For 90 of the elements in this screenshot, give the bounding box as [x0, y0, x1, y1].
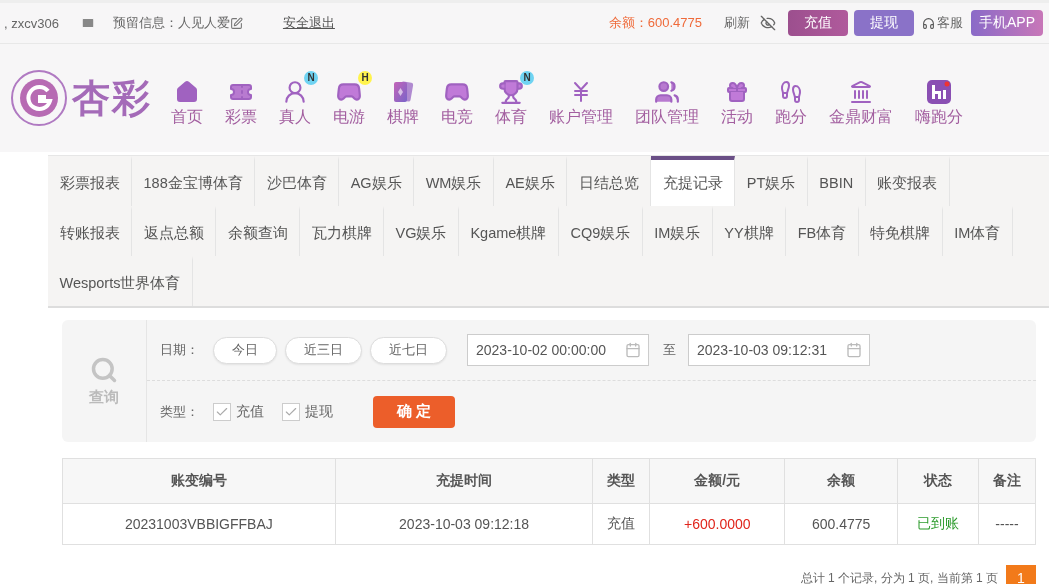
deposit-button[interactable]: 充值	[788, 10, 848, 36]
logout-link[interactable]: 安全退出	[282, 14, 335, 32]
table-cell: +600.0000	[649, 503, 785, 545]
nav-item[interactable]: N 真人	[268, 68, 322, 128]
calendar-icon	[625, 342, 641, 358]
logo-text: 杏彩	[72, 75, 152, 121]
reserved-info: 预留信息：人见人爱	[112, 14, 230, 32]
table-cell: 20231003VBBIGFFBAJ	[62, 503, 336, 545]
report-tab[interactable]: 特免棋牌	[858, 206, 943, 256]
withdraw-button[interactable]: 提现	[854, 10, 914, 36]
start-date-field[interactable]: 2023-10-02 00:00:00	[467, 334, 649, 366]
to-label: 至	[663, 341, 676, 359]
home-icon	[175, 79, 199, 104]
search-title: 查询	[89, 387, 119, 407]
date-label: 日期：	[160, 341, 199, 359]
nav-item[interactable]: N 体育	[484, 68, 538, 128]
username: , zxcv306	[4, 15, 59, 31]
table-cell: 600.4775	[784, 503, 898, 545]
report-tab[interactable]: Wesports世界体育	[48, 256, 193, 306]
column-header: 账变编号	[62, 458, 336, 504]
table-cell: -----	[978, 503, 1036, 545]
report-tab[interactable]: WM娱乐	[414, 156, 494, 206]
nav-item[interactable]: 跑分	[764, 68, 818, 128]
nav-item[interactable]: 团队管理	[624, 68, 710, 128]
table-cell: 已到账	[897, 503, 979, 545]
report-tab[interactable]: 瓦力棋牌	[300, 206, 384, 256]
type-checkbox[interactable]	[213, 402, 231, 421]
column-header: 备注	[978, 458, 1036, 504]
report-tab[interactable]: VG娱乐	[384, 206, 459, 256]
report-tab[interactable]: BBIN	[807, 156, 866, 206]
column-header: 类型	[592, 458, 650, 504]
app-button[interactable]: 手机APP	[971, 10, 1043, 36]
nav-badge: H	[358, 70, 372, 85]
report-tab[interactable]: 账变报表	[865, 156, 950, 206]
table-cell: 充值	[592, 503, 650, 545]
nav-badge: N	[304, 70, 318, 85]
refresh-link[interactable]: 刷新	[724, 14, 750, 32]
search-icon	[90, 355, 118, 384]
type-option-label: 提现	[305, 402, 333, 421]
type-label: 类型：	[160, 402, 199, 421]
nav-item[interactable]: 嗨跑分	[904, 68, 974, 128]
report-tab[interactable]: 彩票报表	[48, 156, 132, 206]
service-link[interactable]: 客服	[937, 14, 963, 32]
nav-badge: N	[520, 70, 534, 85]
pagination-summary: 总计 1 个记录, 分为 1 页, 当前第 1 页	[800, 569, 998, 584]
headset-icon	[922, 16, 935, 30]
report-tab[interactable]: AG娱乐	[339, 156, 415, 206]
report-tab[interactable]: 余额查询	[216, 206, 300, 256]
nav-item[interactable]: 电竞	[430, 68, 484, 128]
report-tab[interactable]: YY棋牌	[712, 206, 787, 256]
report-tab[interactable]: 充提记录	[651, 156, 736, 206]
report-tab[interactable]: 沙巴体育	[255, 156, 340, 206]
quick-date-button[interactable]: 近三日	[285, 336, 362, 364]
type-checkbox[interactable]	[282, 402, 300, 421]
nav-item[interactable]: 棋牌	[376, 68, 430, 128]
end-date-field[interactable]: 2023-10-03 09:12:31	[688, 334, 870, 366]
nav-item[interactable]: 活动	[710, 68, 764, 128]
report-tab[interactable]: 返点总额	[132, 206, 216, 256]
type-option-label: 充值	[236, 402, 264, 421]
report-tab[interactable]: 188金宝博体育	[132, 156, 256, 206]
logo-emblem-icon	[10, 69, 68, 127]
report-tab[interactable]: 转账报表	[48, 206, 132, 256]
trophy-icon	[498, 78, 524, 105]
gift-icon	[725, 79, 749, 104]
footprints-icon	[779, 79, 803, 104]
hide-balance-icon[interactable]	[760, 15, 776, 31]
report-tab[interactable]: FB体育	[786, 206, 859, 256]
column-header: 充提时间	[335, 458, 593, 504]
report-tab[interactable]: AE娱乐	[493, 156, 568, 206]
edit-icon[interactable]	[229, 16, 243, 30]
report-tab[interactable]: IM娱乐	[642, 206, 713, 256]
table-cell: 2023-10-03 09:12:18	[335, 503, 593, 545]
app-logo-icon	[926, 78, 952, 105]
calendar-icon	[846, 342, 862, 358]
column-header: 余额	[784, 458, 898, 504]
users-icon	[654, 78, 680, 105]
nav-item[interactable]: 首页	[160, 68, 214, 128]
quick-date-button[interactable]: 近七日	[370, 336, 447, 364]
column-header: 状态	[897, 458, 979, 504]
balance-text: 余额：600.4775	[608, 14, 702, 32]
report-tab[interactable]: CQ9娱乐	[558, 206, 643, 256]
nav-item[interactable]: 金鼎财富	[818, 68, 904, 128]
nav-item[interactable]: 账户管理	[538, 68, 624, 128]
nav-item[interactable]: H 电游	[322, 68, 376, 128]
column-header: 金额/元	[649, 458, 785, 504]
report-tab[interactable]: PT娱乐	[735, 156, 808, 206]
nav-item[interactable]: 彩票	[214, 68, 268, 128]
report-tab[interactable]: IM体育	[942, 206, 1013, 256]
report-tab[interactable]: Kgame棋牌	[458, 206, 559, 256]
quick-date-button[interactable]: 今日	[213, 336, 277, 364]
